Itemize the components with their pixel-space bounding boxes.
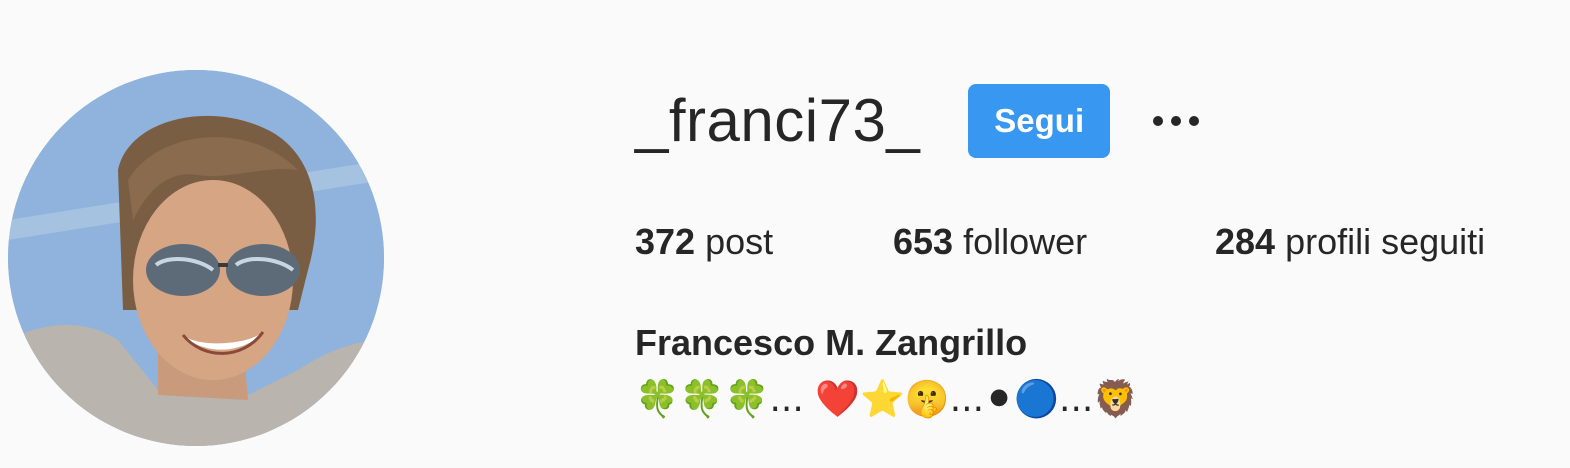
posts-label: post	[705, 221, 774, 262]
bio-text: 🍀🍀🍀... ❤️⭐🤫...⚫🔵...🦁	[635, 379, 1139, 420]
followers-link[interactable]: 653 follower	[893, 221, 1215, 263]
full-name: Francesco M. Zangrillo	[635, 322, 1028, 363]
following-label: profili seguiti	[1285, 221, 1486, 262]
followers-label: follower	[963, 221, 1088, 262]
title-row: _franci73_ Segui	[635, 84, 1206, 158]
follow-button[interactable]: Segui	[968, 84, 1111, 158]
dot-icon	[1171, 116, 1182, 126]
avatar-photo	[8, 70, 384, 446]
following-number: 284	[1215, 221, 1276, 262]
dot-icon	[1153, 116, 1164, 126]
username: _franci73_	[635, 87, 921, 154]
profile-info: _franci73_ Segui 372 post 653 follower 2…	[635, 0, 1570, 468]
profile-header: _franci73_ Segui 372 post 653 follower 2…	[0, 0, 1570, 468]
posts-count: 372 post	[635, 221, 893, 263]
avatar[interactable]	[8, 70, 384, 446]
more-options-icon[interactable]	[1146, 84, 1206, 158]
followers-number: 653	[893, 221, 954, 262]
profile-stats: 372 post 653 follower 284 profili seguit…	[635, 218, 1485, 266]
posts-number: 372	[635, 221, 696, 262]
following-link[interactable]: 284 profili seguiti	[1215, 221, 1485, 263]
dot-icon	[1189, 116, 1200, 126]
